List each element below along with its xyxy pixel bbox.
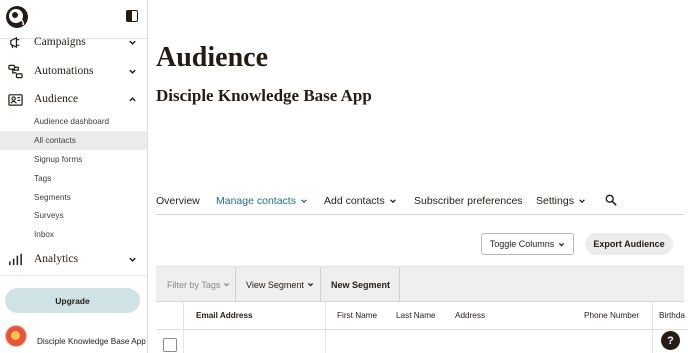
audience-icon	[8, 93, 23, 106]
nav-label-analytics: Analytics	[34, 253, 79, 265]
tab-subscriber-preferences[interactable]: Subscriber preferences	[414, 195, 523, 207]
sidebar-item-audience-dashboard[interactable]: Audience dashboard	[0, 112, 147, 131]
help-button[interactable]: ?	[661, 331, 680, 350]
sidebar-item-all-contacts[interactable]: All contacts	[0, 131, 147, 150]
chevron-up-icon[interactable]	[128, 95, 137, 104]
page-subtitle: Disciple Knowledge Base App	[156, 86, 372, 105]
sidebar-item-surveys[interactable]: Surveys	[0, 206, 147, 225]
view-segment-dropdown[interactable]: View Segment	[246, 267, 314, 302]
sidebar-item-inbox[interactable]: Inbox	[0, 225, 147, 244]
nav-label-audience: Audience	[34, 93, 79, 105]
view-segment-label: View Segment	[246, 279, 304, 290]
divider	[235, 267, 236, 302]
tab-bar: Overview Manage contacts Add contacts Su…	[156, 189, 684, 215]
sidebar-item-label: Tags	[34, 174, 52, 183]
bar-chart-icon	[9, 253, 22, 265]
page-title: Audience	[156, 42, 268, 73]
chevron-down-icon	[301, 199, 307, 204]
new-segment-label: New Segment	[331, 279, 391, 290]
tab-label: Overview	[156, 195, 200, 207]
search-icon[interactable]	[605, 194, 617, 206]
column-header-phone-number[interactable]: Phone Number	[584, 311, 639, 320]
column-divider	[652, 302, 653, 353]
sidebar-item-label: Surveys	[34, 211, 64, 220]
new-segment-button[interactable]: New Segment	[331, 267, 390, 302]
select-all-checkbox[interactable]	[163, 338, 177, 352]
chevron-down-icon	[307, 283, 313, 287]
divider	[320, 267, 321, 302]
sidebar-item-label: Audience dashboard	[34, 117, 110, 126]
nav-item-campaigns[interactable]: Campaigns	[0, 28, 147, 56]
nav-item-automations[interactable]: Automations	[0, 57, 147, 85]
megaphone-icon	[10, 36, 20, 48]
sidebar-item-tags[interactable]: Tags	[0, 169, 147, 188]
toggle-columns-button[interactable]: Toggle Columns	[481, 233, 574, 255]
chevron-down-icon[interactable]	[128, 67, 137, 76]
chevron-down-icon[interactable]	[128, 38, 137, 47]
column-header-birthday[interactable]: Birthda	[659, 311, 685, 320]
column-header-first-name[interactable]: First Name	[337, 311, 377, 320]
chevron-down-icon	[389, 199, 396, 204]
tab-settings[interactable]: Settings	[536, 195, 586, 207]
sidebar-collapse-icon[interactable]	[126, 10, 138, 22]
tab-label: Manage contacts	[216, 195, 296, 207]
filter-label: Filter by Tags	[167, 279, 221, 290]
column-header-last-name[interactable]: Last Name	[396, 311, 436, 320]
account-name[interactable]: Disciple Knowledge Base App	[37, 337, 146, 346]
sidebar-item-label: Segments	[34, 193, 71, 202]
chevron-down-icon	[224, 283, 230, 287]
tab-label: Subscriber preferences	[414, 195, 523, 207]
segment-toolbar: Filter by Tags View Segment New Segment	[156, 266, 684, 302]
contacts-table-header: Email Address First Name Last Name Addre…	[156, 302, 688, 353]
account-avatar[interactable]	[5, 325, 27, 347]
divider	[0, 275, 147, 276]
automations-icon	[8, 64, 23, 78]
column-header-address[interactable]: Address	[455, 311, 485, 320]
tab-add-contacts[interactable]: Add contacts	[324, 195, 397, 207]
tab-label: Settings	[536, 195, 574, 207]
column-header-email[interactable]: Email Address	[196, 311, 253, 320]
filter-by-tags-dropdown[interactable]: Filter by Tags	[167, 267, 230, 302]
toggle-columns-label: Toggle Columns	[489, 239, 555, 249]
nav-item-audience[interactable]: Audience	[0, 85, 147, 113]
upgrade-button[interactable]: Upgrade	[5, 288, 140, 313]
sidebar-item-label: Inbox	[34, 230, 55, 239]
chevron-down-icon[interactable]	[128, 255, 137, 264]
nav-label-campaigns: Campaigns	[34, 36, 86, 48]
mailchimp-logo-icon[interactable]	[4, 4, 30, 30]
divider	[399, 267, 400, 302]
tab-label: Add contacts	[324, 195, 385, 207]
sidebar: Campaigns Automations Audience Audience …	[0, 0, 148, 353]
tab-manage-contacts[interactable]: Manage contacts	[216, 195, 308, 207]
sidebar-item-label: Signup forms	[34, 155, 83, 164]
sidebar-item-signup-forms[interactable]: Signup forms	[0, 150, 147, 169]
tab-overview[interactable]: Overview	[156, 195, 200, 207]
column-divider	[325, 302, 326, 353]
export-audience-button[interactable]: Export Audience	[585, 233, 673, 255]
chevron-down-icon	[559, 242, 565, 246]
chevron-down-icon	[579, 199, 585, 204]
sidebar-item-segments[interactable]: Segments	[0, 188, 147, 207]
sidebar-item-label: All contacts	[34, 136, 76, 145]
column-divider	[183, 302, 184, 353]
nav-label-automations: Automations	[34, 65, 94, 77]
nav-item-analytics[interactable]: Analytics	[0, 245, 147, 273]
